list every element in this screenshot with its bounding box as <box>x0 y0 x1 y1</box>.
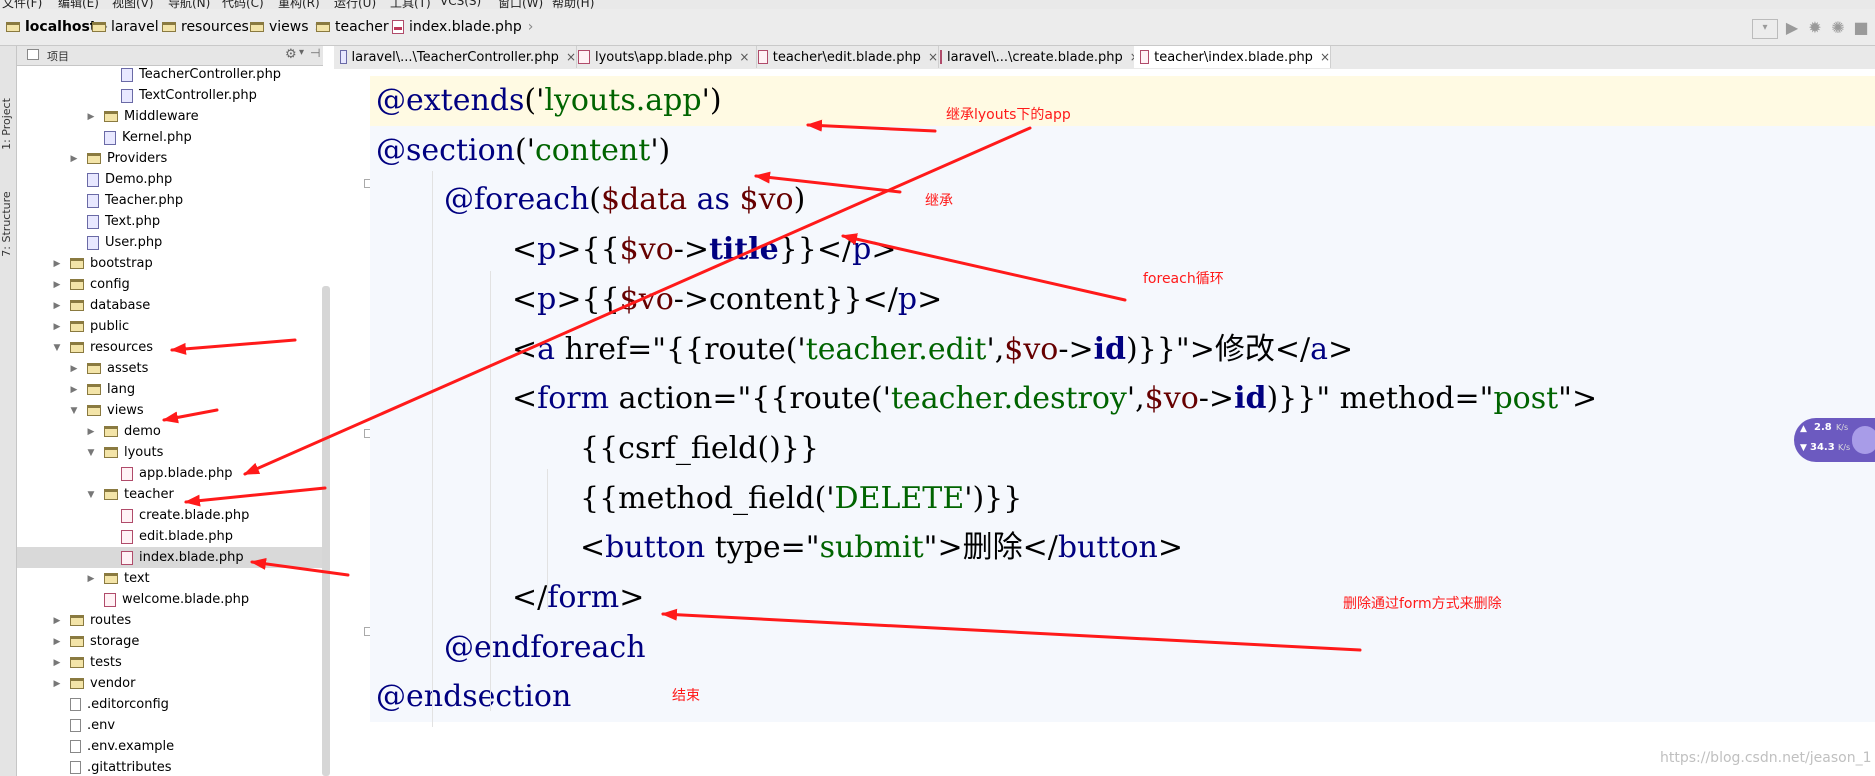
upload-arrow-icon: ▲ <box>1800 424 1807 434</box>
annotation-extends: 继承lyouts下的app <box>946 107 1071 123</box>
annotation-delete: 删除通过form方式来删除 <box>1343 596 1502 612</box>
arrow-index <box>250 557 350 577</box>
annotation-inherit: 继承 <box>925 193 953 209</box>
annotation-arrows <box>162 119 1362 652</box>
arrow-section <box>754 171 902 194</box>
arrow-views <box>162 408 219 424</box>
arrow-teacher <box>184 486 327 507</box>
mascot-icon <box>1852 426 1875 454</box>
upload-unit: K/s <box>1836 423 1849 432</box>
download-arrow-icon: ▼ <box>1800 443 1807 453</box>
download-speed: 34.3 <box>1810 442 1835 453</box>
arrow-resources <box>170 338 297 355</box>
annotation-end: 结束 <box>672 688 700 704</box>
watermark: https://blog.csdn.net/jeason_1 <box>1660 750 1872 766</box>
arrow-endform <box>661 608 1362 652</box>
annotation-foreach: foreach循环 <box>1143 271 1224 287</box>
arrow-extends <box>806 119 937 133</box>
download-unit: K/s <box>1838 443 1851 452</box>
arrow-to-app-blade <box>243 126 1032 476</box>
arrow-foreach <box>841 233 1127 302</box>
network-speed-widget[interactable]: ▲ 2.8 K/s ▼ 34.3 K/s <box>1794 418 1875 462</box>
upload-speed: 2.8 <box>1814 422 1832 433</box>
